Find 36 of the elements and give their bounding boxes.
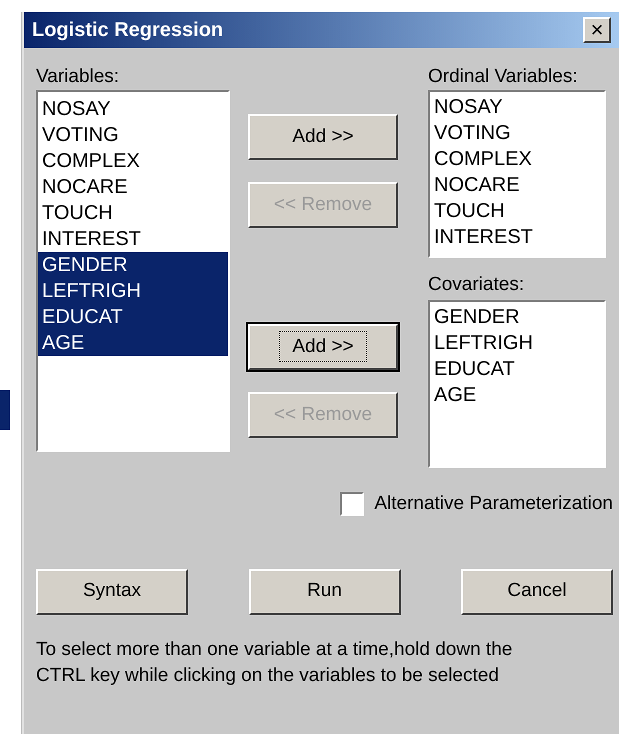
checkbox[interactable] (340, 492, 364, 516)
add-button[interactable]: Add >> (248, 114, 398, 160)
list-item[interactable]: NOCARE (430, 172, 604, 198)
list-item[interactable]: VOTING (38, 122, 228, 148)
list-item[interactable]: NOSAY (38, 96, 228, 122)
ordinal-variables-label: Ordinal Variables: (428, 66, 579, 88)
list-item[interactable]: NOSAY (430, 94, 604, 120)
dialog-button[interactable]: Syntax (36, 568, 188, 614)
list-item[interactable]: INTEREST (38, 226, 228, 252)
list-item[interactable]: COMPLEX (430, 146, 604, 172)
list-item[interactable]: LEFTRIGH (430, 330, 604, 356)
checkbox-label[interactable]: Alternative Parameterization (374, 490, 613, 518)
list-item[interactable]: GENDER (430, 304, 604, 330)
window-title: Logistic Regression (32, 18, 224, 43)
covariates-list[interactable]: GENDER LEFTRIGH EDUCAT AGE (428, 300, 606, 468)
list-item[interactable]: NOCARE (38, 174, 228, 200)
covariates-label: Covariates: (428, 274, 526, 296)
dialog-button[interactable]: Run (248, 568, 400, 614)
list-item[interactable]: INTEREST (430, 224, 604, 250)
list-item[interactable]: GENDER (38, 252, 228, 278)
list-item[interactable]: VOTING (430, 120, 604, 146)
list-item[interactable]: TOUCH (430, 198, 604, 224)
list-item[interactable]: AGE (38, 330, 228, 356)
list-item[interactable]: AGE (430, 382, 604, 408)
ordinal-variables-list[interactable]: NOSAY VOTING COMPLEX NOCARE TOUCH INTEREST (428, 90, 606, 258)
list-item[interactable]: EDUCAT (430, 356, 604, 382)
close-button[interactable]: × (583, 17, 611, 43)
variables-list[interactable]: NOSAY VOTING COMPLEX NOCARE TOUCH INTEREST GENDER LEFTRIGH EDUCAT AGE (36, 90, 230, 452)
dialog-button[interactable]: Cancel (461, 568, 613, 614)
list-item[interactable]: EDUCAT (38, 304, 228, 330)
add-button[interactable]: Add >> (248, 324, 398, 370)
list-item[interactable]: COMPLEX (38, 148, 228, 174)
hint-text: To select more than one variable at a time,hold down the CTRL key while clicking on the variables to be selected (36, 638, 514, 688)
list-item[interactable]: TOUCH (38, 200, 228, 226)
variables-label: Variables: (36, 66, 120, 88)
list-item[interactable]: LEFTRIGH (38, 278, 228, 304)
